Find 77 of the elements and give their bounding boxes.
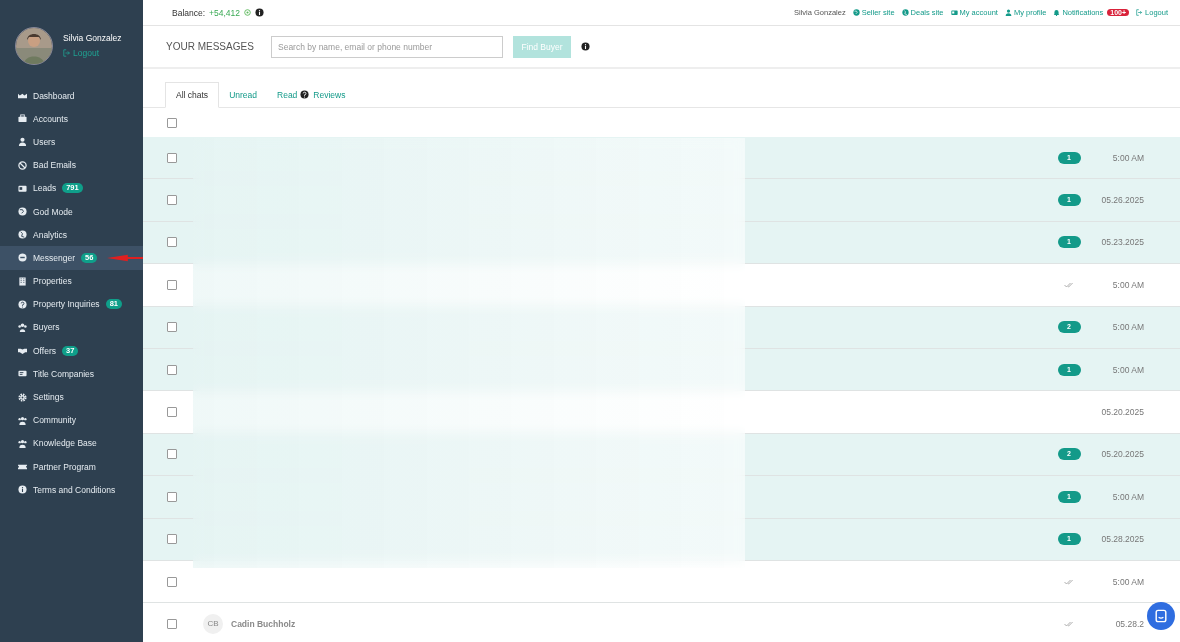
sidebar-item[interactable]: Settings [0,385,143,409]
people-icon [18,415,27,425]
row-checkbox[interactable] [167,152,177,163]
sidebar-item[interactable]: Analytics [0,223,143,247]
sidebar-item[interactable]: God Mode [0,199,143,224]
sidebar-item[interactable]: Community [0,408,143,432]
row-checkbox[interactable] [167,619,177,629]
sidebar-item[interactable]: Terms and Conditions [0,478,143,502]
row-checkbox[interactable] [167,407,177,418]
row-checkbox[interactable] [167,322,177,333]
chat-time: 05.23.2025 [1100,237,1144,248]
chat-time: 05.20.2025 [1100,407,1144,418]
chat-time: 05.28.2025 [1100,534,1144,545]
chat-time: 5:00 AM [1111,364,1144,375]
chat-time: 5:00 AM [1111,322,1144,333]
sidebar-item[interactable]: Bad Emails [0,153,143,177]
chat-row[interactable]: 05.20.2025 [143,391,1180,434]
sidebar-item[interactable]: Accounts [0,107,143,131]
tab[interactable]: All chats [165,82,220,108]
select-all-checkbox[interactable] [167,117,177,128]
building-icon [18,276,27,286]
row-checkbox[interactable] [167,237,177,248]
logout-link[interactable]: Logout [63,48,99,58]
chat-icon [18,253,27,263]
search-field[interactable]: Search by name, email or phone number [271,35,503,58]
chat-launcher-button[interactable] [1147,602,1175,630]
tab[interactable]: Unread [219,83,267,107]
contact-name: Cadin Buchholz [231,619,296,629]
info-icon [18,485,27,495]
balance-value: +54,412 [209,7,241,18]
sidebar-item[interactable]: Properties [0,269,143,293]
card-icon [18,183,27,193]
info-icon [255,8,265,17]
balance-label: Balance: [172,7,206,18]
row-checkbox[interactable] [167,364,177,375]
chat-time: 5:00 AM [1111,576,1144,587]
chat-time: 05.20.2025 [1100,449,1144,460]
chat-time: 5:00 AM [1111,152,1144,163]
gear-icon [18,392,27,402]
chat-time: 05.28.2 [1114,619,1144,629]
sidebar-item[interactable]: Users [0,130,143,154]
question-icon [300,90,310,99]
row-checkbox[interactable] [167,491,177,502]
people-icon [18,322,27,332]
chat-icon [1153,608,1169,624]
row-checkbox[interactable] [167,534,177,545]
row-checkbox[interactable] [167,279,177,290]
row-checkbox[interactable] [167,576,177,587]
briefcase-icon [18,114,27,124]
logout-icon [1136,9,1144,16]
chat-time: 5:00 AM [1111,491,1144,502]
sidebar-item[interactable]: Knowledge Base [0,431,143,455]
logout-icon [63,49,71,57]
ticket-icon [18,462,27,472]
row-checkbox[interactable] [167,195,177,206]
people-icon [18,438,27,448]
bell-icon [1053,9,1061,16]
user-icon [1004,9,1012,16]
card-icon [950,9,958,16]
sidebar-item[interactable]: Partner Program [0,455,143,479]
coin-icon [244,9,252,16]
user-name: Silvia Gonzalez [63,33,122,43]
sidebar-item[interactable]: Dashboard [0,84,143,108]
info-icon [581,42,590,51]
user-icon [18,137,27,147]
sidebar-item[interactable]: Title Companies [0,362,143,386]
chat-row[interactable]: 5:00 AM [143,264,1180,307]
ban-icon [18,160,27,170]
page-title: YOUR MESSAGES [166,41,255,52]
card-icon [18,369,27,379]
question-icon [18,299,27,309]
avatar-initials: CB [203,614,223,634]
row-checkbox[interactable] [167,449,177,460]
chat-time: 05.26.2025 [1100,195,1144,206]
sidebar-item[interactable]: Buyers [0,315,143,340]
chat-row[interactable]: 5:00 AM [143,560,1180,604]
chat-time: 5:00 AM [1111,279,1144,290]
